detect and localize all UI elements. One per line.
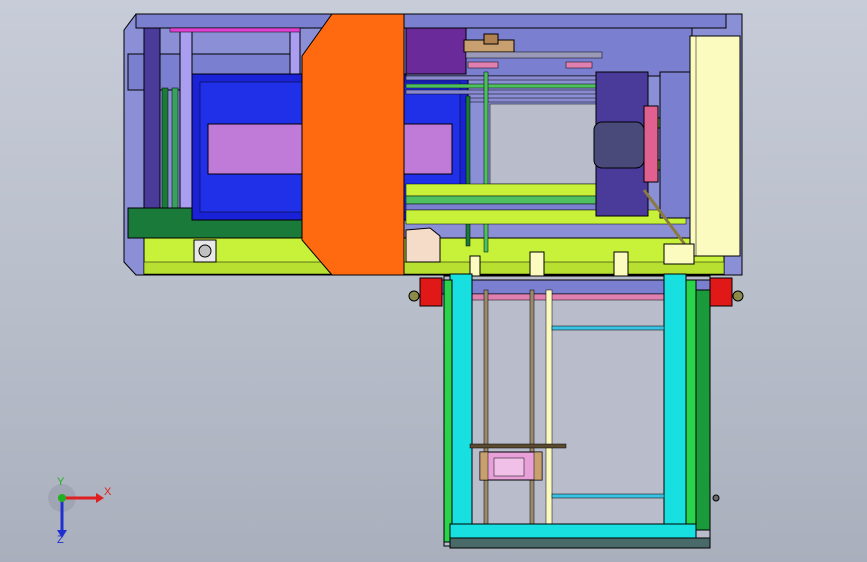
slider-cap (483, 33, 499, 45)
rod-3 (545, 289, 553, 527)
green-left-leg (443, 279, 453, 543)
motor-housing (593, 121, 645, 169)
top-pink-rod (169, 27, 301, 33)
carriage-clamp-right (533, 451, 543, 481)
side-plate (659, 71, 691, 219)
rail-mid-1 (405, 75, 597, 81)
pink-crossbar (469, 293, 691, 301)
green-right-leg-2 (695, 289, 711, 531)
side-knob (712, 494, 720, 502)
z-axis-label: Z (57, 534, 64, 546)
right-red-clamp (709, 277, 733, 307)
pink-marker-1 (467, 61, 499, 69)
green-vertical-rod-1 (483, 71, 489, 253)
cyan-right-leg (663, 273, 687, 543)
left-green-bar (161, 87, 169, 209)
green-right-leg (685, 279, 697, 543)
left-red-clamp (419, 277, 443, 307)
cyan-rod-bottom (551, 493, 665, 499)
rail-low-1 (405, 183, 597, 197)
rail-low-3 (405, 203, 597, 211)
dark-shelf (469, 443, 567, 449)
lower-frame (408, 273, 744, 549)
pink-bracket (643, 105, 659, 183)
lime-floor-strip (143, 261, 725, 275)
inner-gray-space (489, 103, 597, 185)
left-violet-column (143, 27, 161, 209)
carriage-inner (493, 457, 525, 477)
cyan-left-leg (449, 273, 473, 543)
rod-2 (529, 289, 535, 527)
cad-viewport[interactable]: X Y Z (0, 0, 867, 562)
beige-bracket (405, 227, 441, 263)
orange-guard (301, 13, 405, 276)
upper-machine-body (123, 13, 743, 279)
cyan-rod-top (551, 325, 665, 331)
top-beam (135, 13, 727, 29)
rail-mid-2 (405, 83, 597, 89)
violet-block (405, 27, 467, 75)
left-green-bar-2 (171, 87, 179, 209)
cream-cover (689, 35, 741, 257)
base-plate (449, 537, 711, 549)
gray-rail (465, 51, 603, 59)
rail-low-2 (405, 195, 597, 205)
bottom-cyan-bar (449, 523, 697, 539)
orientation-triad: X Y Z (40, 476, 120, 550)
rod-1 (483, 289, 489, 527)
right-clamp-bolt (732, 290, 744, 302)
pink-marker-2 (565, 61, 593, 69)
y-axis-label: Y (57, 476, 65, 488)
left-clamp-bolt (408, 290, 420, 302)
x-axis-label: X (104, 486, 112, 498)
x-axis-head (96, 493, 104, 503)
y-axis-dot (58, 494, 66, 502)
rail-mid-3 (405, 89, 597, 95)
machine-drawing (123, 13, 744, 549)
bearing-circle (198, 244, 212, 258)
carriage-clamp-left (479, 451, 489, 481)
